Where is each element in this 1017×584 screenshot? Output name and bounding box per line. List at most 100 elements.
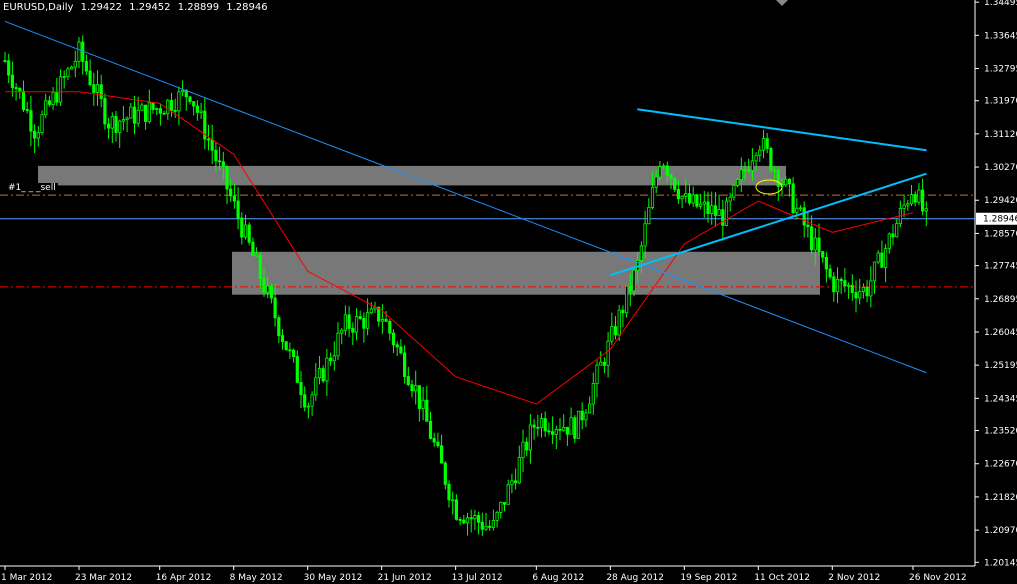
candle-body (895, 223, 899, 238)
candle-body (850, 284, 854, 293)
candle-body (824, 256, 829, 270)
candle-body (924, 208, 928, 212)
candle-body (321, 368, 325, 382)
chart-header: EURUSD,Daily 1.29422 1.29452 1.28899 1.2… (3, 2, 272, 13)
candle-body (314, 377, 318, 396)
candle-body (155, 108, 159, 110)
candle-body (743, 169, 747, 172)
candle-body (625, 285, 629, 314)
candle-body (761, 138, 766, 151)
candle-body (354, 316, 359, 333)
candle-body (817, 237, 821, 252)
candle-body (103, 98, 107, 125)
candle-body (569, 417, 573, 435)
candle-body (562, 426, 566, 431)
x-tick-label: 16 Apr 2012 (156, 573, 212, 583)
candle-body (795, 207, 799, 214)
candle-body (536, 426, 540, 429)
x-tick-label: 23 Mar 2012 (75, 573, 132, 583)
candle-body (510, 480, 514, 486)
candle-body (539, 418, 544, 429)
candle-body (336, 332, 340, 357)
candle-body (362, 318, 366, 329)
open-value: 1.29422 (80, 2, 122, 13)
candle-body (713, 205, 718, 216)
candle-body (73, 60, 77, 68)
candle-body (402, 352, 407, 377)
candle-body (310, 394, 314, 407)
candle-body (758, 149, 762, 156)
candle-body (132, 106, 137, 124)
candle-body (192, 101, 196, 107)
candle-body (613, 326, 618, 336)
candle-body (258, 254, 262, 279)
candle-body (695, 194, 699, 207)
high-value: 1.29452 (129, 2, 171, 13)
candle-body (451, 499, 455, 502)
candle-body (736, 179, 740, 186)
candle-body (473, 515, 477, 519)
candle-body (784, 178, 788, 186)
supply-demand-zone (232, 251, 820, 295)
candle-body (55, 92, 59, 103)
candle-body (710, 205, 714, 214)
candle-body (554, 428, 558, 435)
y-tick-label: 1.28570 (984, 229, 1017, 239)
candle-body (70, 66, 74, 70)
candle-body (99, 84, 103, 99)
candle-body (802, 207, 806, 226)
candle-body (595, 364, 599, 384)
candle-body (7, 60, 11, 76)
candle-body (865, 286, 869, 297)
level-label: #1_ _ _sell (6, 183, 58, 193)
candle-body (588, 403, 592, 414)
candle-body (921, 189, 925, 212)
candle-body (428, 420, 433, 439)
x-tick-label: 21 Jun 2012 (378, 573, 432, 583)
candle-body (66, 68, 70, 78)
candle-body (643, 223, 647, 247)
candle-body (806, 224, 810, 228)
candle-body (465, 517, 470, 524)
candle-body (14, 87, 18, 89)
candle-body (721, 209, 725, 226)
candle-body (247, 224, 251, 243)
candle-body (173, 110, 177, 112)
candle-body (88, 70, 92, 86)
candle-body (277, 317, 281, 336)
candle-body (658, 166, 662, 178)
candle-body (884, 248, 888, 268)
candle-body (532, 424, 536, 428)
candle-body (206, 138, 211, 141)
candle-body (528, 424, 533, 451)
candle-body (584, 412, 588, 421)
close-value: 1.28946 (226, 2, 268, 13)
candle-body (728, 196, 732, 202)
y-tick-label: 1.27745 (984, 262, 1017, 272)
candle-body (284, 341, 288, 351)
chart-shift-marker-icon[interactable] (776, 0, 788, 6)
candle-body (810, 226, 814, 251)
candle-body (776, 169, 780, 187)
y-tick-label: 1.33645 (984, 31, 1017, 41)
candle-body (384, 319, 388, 322)
candle-body (169, 99, 174, 111)
candle-body (769, 148, 773, 171)
price-chart[interactable]: 1.34495 1.33645 1.32795 1.31970 1.31120 1.302… (0, 0, 1017, 584)
candle-body (317, 368, 322, 379)
candle-body (3, 60, 7, 62)
y-tick-label: 1.29420 (984, 196, 1017, 206)
candle-body (391, 332, 396, 346)
y-tick-label: 1.25195 (984, 361, 1017, 371)
candle-body (680, 195, 684, 200)
candle-body (717, 209, 721, 216)
candle-body (129, 106, 133, 119)
candle-body (351, 327, 355, 333)
candle-body (887, 233, 891, 250)
candle-body (828, 268, 832, 278)
candle-body (861, 286, 866, 293)
candle-body (821, 251, 825, 258)
candle-body (765, 138, 769, 149)
candle-body (143, 104, 148, 122)
candle-body (558, 428, 562, 431)
